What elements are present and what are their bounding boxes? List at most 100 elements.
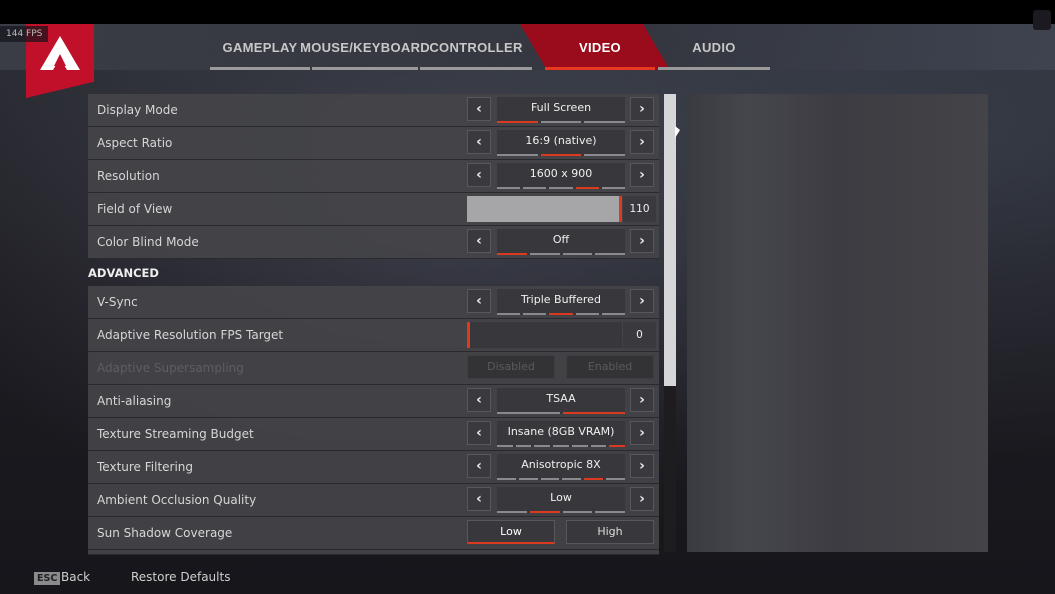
chevron-left-icon: ‹ <box>476 392 482 408</box>
section-title: ADVANCED <box>88 266 159 280</box>
tab-label: AUDIO <box>692 39 736 55</box>
next-option-button[interactable]: › <box>630 97 654 121</box>
chevron-right-icon: › <box>639 293 645 309</box>
chevron-right-icon: › <box>639 134 645 150</box>
previous-option-button[interactable]: ‹ <box>467 163 491 187</box>
tab-controller[interactable]: CONTROLLER <box>420 24 532 70</box>
tab-audio[interactable]: AUDIO <box>658 24 770 70</box>
previous-option-button[interactable]: ‹ <box>467 130 491 154</box>
tab-underline <box>545 67 655 70</box>
previous-option-button[interactable]: ‹ <box>467 421 491 445</box>
option-indicator-tick <box>595 253 625 255</box>
adaptive-res-slider[interactable] <box>467 322 622 348</box>
restore-defaults-button[interactable]: Restore Defaults <box>131 570 230 584</box>
option-indicator-tick <box>497 187 521 189</box>
option-selector[interactable]: 16:9 (native) <box>497 130 626 156</box>
selected-value: Off <box>552 233 570 246</box>
tab-video[interactable]: VIDEO <box>545 24 655 70</box>
slider-handle[interactable] <box>467 322 470 348</box>
tab-underline <box>420 67 532 70</box>
option-indicator-tick <box>584 121 626 123</box>
setting-label: Resolution <box>97 169 160 183</box>
chevron-right-icon: › <box>639 233 645 249</box>
next-option-button[interactable]: › <box>630 454 654 478</box>
slider-value: 0 <box>623 322 656 348</box>
tab-label: GAMEPLAY <box>222 39 298 55</box>
selected-value: Triple Buffered <box>521 293 601 306</box>
next-option-button[interactable]: › <box>630 163 654 187</box>
chevron-left-icon: ‹ <box>476 458 482 474</box>
option-selector[interactable]: Low <box>497 487 625 513</box>
advanced-section-header: ADVANCED <box>88 260 659 286</box>
option-indicators <box>497 478 625 480</box>
option-indicator-tick <box>553 445 569 447</box>
setting-resolution: Resolution ‹ 1600 x 900 › <box>88 160 659 193</box>
slider-fill <box>467 196 619 222</box>
previous-option-button[interactable]: ‹ <box>467 388 491 412</box>
low-option-button[interactable]: Low <box>467 520 555 544</box>
option-selector[interactable]: Triple Buffered <box>497 289 626 315</box>
setting-label: Field of View <box>97 202 173 216</box>
option-indicator-tick <box>575 187 599 189</box>
slider-handle[interactable] <box>619 196 622 222</box>
previous-option-button[interactable]: ‹ <box>467 487 491 511</box>
next-option-button[interactable]: › <box>630 421 654 445</box>
setting-label: Texture Filtering <box>97 460 194 474</box>
next-option-button[interactable]: › <box>630 289 654 313</box>
setting-aspect-ratio: Aspect Ratio ‹ 16:9 (native) › <box>88 127 659 160</box>
tab-mouse-keyboard[interactable]: MOUSE/KEYBOARD <box>300 24 430 70</box>
next-option-button[interactable]: › <box>630 130 654 154</box>
setting-display-mode: Display Mode ‹ Full Screen › <box>88 94 659 127</box>
next-option-button[interactable]: › <box>630 229 654 253</box>
previous-option-button[interactable]: ‹ <box>467 97 491 121</box>
next-option-button[interactable]: › <box>630 487 654 511</box>
previous-option-button[interactable]: ‹ <box>467 289 491 313</box>
option-selector[interactable]: Full Screen <box>497 97 626 123</box>
setting-label: Anti-aliasing <box>97 394 172 408</box>
disabled-option-button: Disabled <box>467 355 555 379</box>
chevron-right-icon: › <box>639 167 645 183</box>
high-option-button[interactable]: High <box>566 520 654 544</box>
option-indicator-tick <box>562 412 625 414</box>
option-selector[interactable]: Insane (8GB VRAM) <box>497 421 626 447</box>
option-indicators <box>497 253 625 255</box>
previous-option-button[interactable]: ‹ <box>467 229 491 253</box>
option-indicator-tick <box>562 511 593 513</box>
option-indicator-tick <box>562 253 593 255</box>
option-indicator-tick <box>497 313 521 315</box>
tab-label: VIDEO <box>579 39 621 55</box>
setting-label: Display Mode <box>97 103 178 117</box>
back-button[interactable]: Back <box>61 570 90 584</box>
option-indicators <box>497 313 626 315</box>
setting-adaptive-supersampling: Adaptive Supersampling Disabled Enabled <box>88 352 659 385</box>
tab-underline <box>210 67 310 70</box>
setting-sun-shadow-coverage: Sun Shadow Coverage Low High <box>88 517 659 550</box>
selected-value: Low <box>550 491 572 504</box>
next-option-button[interactable]: › <box>630 388 654 412</box>
option-indicator-tick <box>584 154 626 156</box>
setting-anti-aliasing: Anti-aliasing ‹ TSAA › <box>88 385 659 418</box>
option-selector[interactable]: 1600 x 900 <box>497 163 626 189</box>
option-indicator-tick <box>601 187 626 189</box>
option-selector[interactable]: Anisotropic 8X <box>497 454 625 480</box>
chevron-left-icon: ‹ <box>476 425 482 441</box>
tab-label: MOUSE/KEYBOARD <box>300 39 430 55</box>
previous-option-button[interactable]: ‹ <box>467 454 491 478</box>
selected-value: TSAA <box>546 392 576 405</box>
selected-value: Anisotropic 8X <box>521 458 601 471</box>
chevron-left-icon: ‹ <box>476 167 482 183</box>
option-indicators <box>497 412 625 414</box>
option-selector[interactable]: TSAA <box>497 388 625 414</box>
chevron-right-icon: › <box>639 101 645 117</box>
fps-counter: 144 FPS <box>0 26 49 42</box>
option-selector[interactable]: Off <box>497 229 625 255</box>
option-indicator-tick <box>518 478 538 480</box>
tab-label: CONTROLLER <box>429 39 523 55</box>
option-indicators <box>497 511 625 513</box>
option-indicators <box>497 187 626 189</box>
chevron-left-icon: ‹ <box>476 134 482 150</box>
chevron-right-icon: › <box>639 392 645 408</box>
fov-slider[interactable] <box>467 196 622 222</box>
option-indicators <box>497 445 626 447</box>
tab-gameplay[interactable]: GAMEPLAY <box>210 24 310 70</box>
